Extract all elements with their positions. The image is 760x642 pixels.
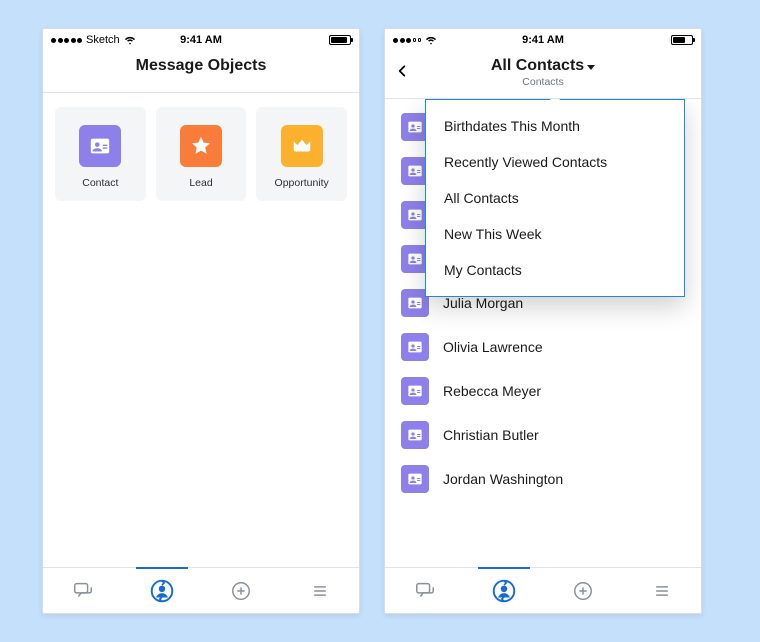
contact-card-icon bbox=[401, 421, 429, 449]
tile-label: Opportunity bbox=[275, 177, 329, 189]
crown-icon bbox=[281, 125, 323, 167]
popover-item[interactable]: All Contacts bbox=[426, 180, 684, 216]
battery-icon bbox=[329, 35, 351, 45]
tab-add[interactable] bbox=[221, 571, 261, 611]
status-bar: 9:41 AM bbox=[385, 29, 701, 51]
tab-indicator bbox=[136, 567, 188, 569]
tile-label: Contact bbox=[82, 177, 118, 189]
tab-contacts[interactable] bbox=[142, 571, 182, 611]
tab-menu[interactable] bbox=[642, 571, 682, 611]
contact-card-icon bbox=[401, 377, 429, 405]
contact-name: Rebecca Meyer bbox=[443, 383, 541, 399]
carrier-label: Sketch bbox=[86, 34, 120, 46]
chevron-down-icon bbox=[587, 65, 595, 70]
star-icon bbox=[180, 125, 222, 167]
phone-message-objects: Sketch 9:41 AM Message Objects Contact bbox=[42, 28, 360, 614]
status-bar: Sketch 9:41 AM bbox=[43, 29, 359, 51]
tab-indicator bbox=[478, 567, 530, 569]
contact-row[interactable]: Jordan Washington bbox=[385, 457, 701, 501]
contact-name: Christian Butler bbox=[443, 427, 539, 443]
wifi-icon bbox=[425, 35, 437, 45]
filter-popover: Birthdates This MonthRecently Viewed Con… bbox=[425, 99, 685, 297]
tile-lead[interactable]: Lead bbox=[156, 107, 247, 201]
phone-all-contacts: 9:41 AM All Contacts Contacts Julia Morg… bbox=[384, 28, 702, 614]
signal-strength-icon bbox=[393, 38, 421, 43]
popover-item[interactable]: Birthdates This Month bbox=[426, 108, 684, 144]
page-title: All Contacts bbox=[491, 57, 584, 75]
contact-row[interactable]: Olivia Lawrence bbox=[385, 325, 701, 369]
tile-opportunity[interactable]: Opportunity bbox=[256, 107, 347, 201]
tab-chat[interactable] bbox=[63, 571, 103, 611]
tile-label: Lead bbox=[189, 177, 212, 189]
tab-bar bbox=[385, 567, 701, 613]
contact-name: Julia Morgan bbox=[443, 295, 523, 311]
battery-icon bbox=[671, 35, 693, 45]
content-area: Contact Lead Opportunity bbox=[43, 93, 359, 567]
title-dropdown[interactable]: All Contacts bbox=[395, 57, 691, 75]
popover-item[interactable]: My Contacts bbox=[426, 252, 684, 288]
popover-item[interactable]: New This Week bbox=[426, 216, 684, 252]
contact-card-icon bbox=[79, 125, 121, 167]
signal-strength-icon bbox=[51, 38, 82, 43]
contact-row[interactable]: Rebecca Meyer bbox=[385, 369, 701, 413]
back-button[interactable] bbox=[395, 61, 409, 81]
page-title: Message Objects bbox=[53, 57, 349, 75]
contact-row[interactable]: Christian Butler bbox=[385, 413, 701, 457]
contact-card-icon bbox=[401, 333, 429, 361]
wifi-icon bbox=[124, 35, 136, 45]
tab-add[interactable] bbox=[563, 571, 603, 611]
page-subtitle: Contacts bbox=[395, 76, 691, 88]
tile-contact[interactable]: Contact bbox=[55, 107, 146, 201]
object-tiles: Contact Lead Opportunity bbox=[43, 93, 359, 215]
contact-name: Jordan Washington bbox=[443, 471, 563, 487]
popover-item[interactable]: Recently Viewed Contacts bbox=[426, 144, 684, 180]
content-area: Julia Morgan Olivia Lawrence Rebecca Meyer… bbox=[385, 99, 701, 567]
tab-menu[interactable] bbox=[300, 571, 340, 611]
nav-bar: All Contacts Contacts bbox=[385, 51, 701, 99]
nav-bar: Message Objects bbox=[43, 51, 359, 93]
tab-chat[interactable] bbox=[405, 571, 445, 611]
tab-contacts[interactable] bbox=[484, 571, 524, 611]
contact-name: Olivia Lawrence bbox=[443, 339, 543, 355]
contact-card-icon bbox=[401, 465, 429, 493]
tab-bar bbox=[43, 567, 359, 613]
